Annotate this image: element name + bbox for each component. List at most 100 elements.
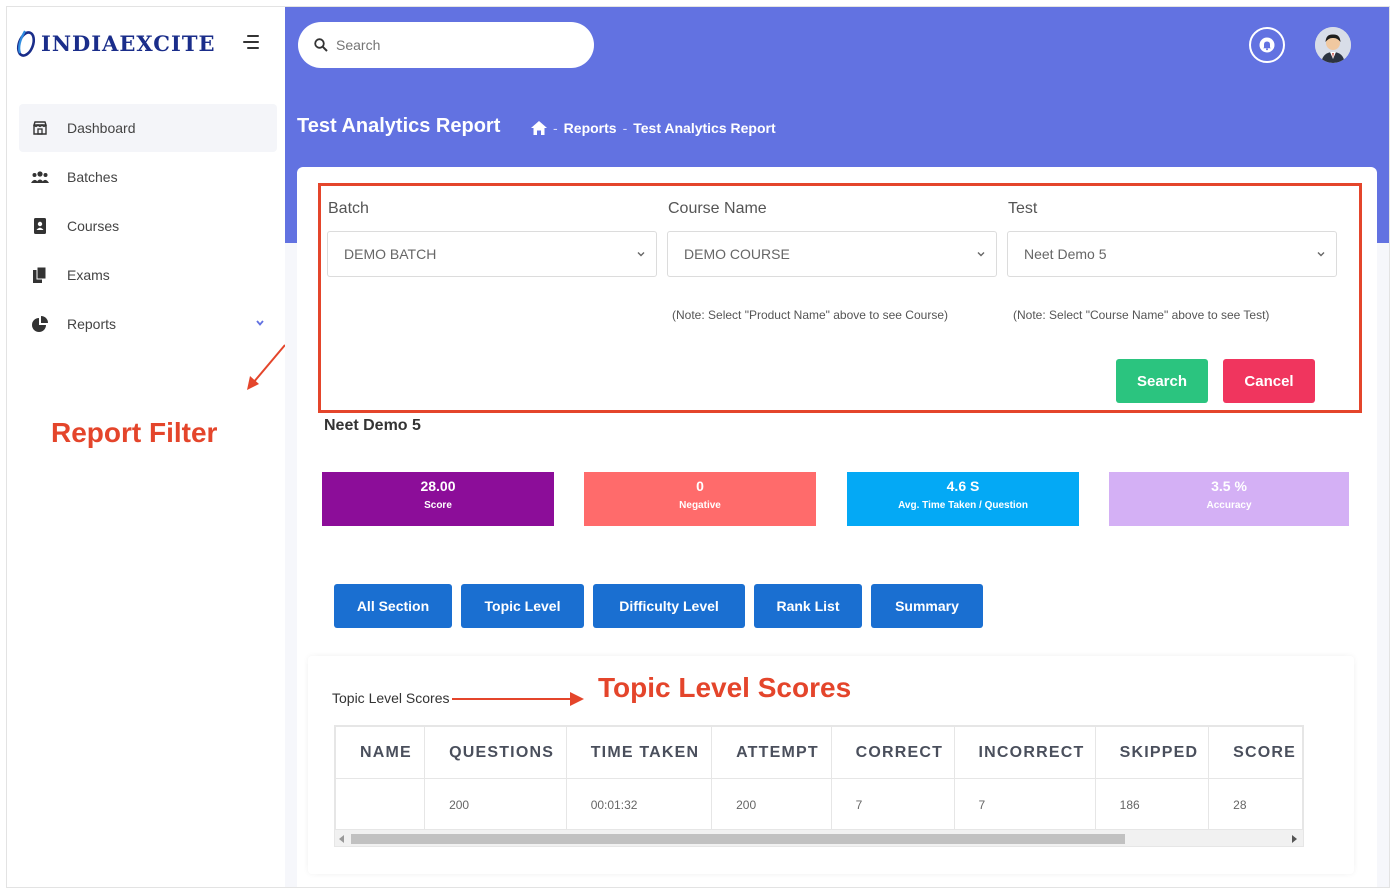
sidebar-nav: Dashboard Batches Courses Exams Reports	[19, 104, 277, 349]
column-header-questions: QUESTIONS	[424, 726, 567, 779]
cell-attempt: 200	[711, 778, 832, 831]
chevron-down-icon[interactable]	[255, 318, 265, 328]
copy-icon	[31, 266, 49, 284]
sidebar: INDIAEXCITE Dashboard Batches Courses Ex…	[7, 7, 285, 887]
stat-avg-time: 4.6 S Avg. Time Taken / Question	[847, 472, 1079, 526]
stat-label: Negative	[679, 500, 721, 511]
table-header-row: NAME QUESTIONS TIME TAKEN ATTEMPT CORREC…	[335, 726, 1303, 779]
sidebar-item-exams[interactable]: Exams	[19, 251, 277, 299]
notification-button[interactable]	[1249, 27, 1285, 63]
report-card: Batch DEMO BATCH Course Name DEMO COURSE…	[297, 167, 1377, 887]
horizontal-scrollbar[interactable]	[335, 829, 1303, 846]
stat-negative: 0 Negative	[584, 472, 816, 526]
brand-logo[interactable]: INDIAEXCITE	[13, 21, 215, 65]
scroll-right-icon[interactable]	[1292, 835, 1297, 843]
column-header-incorrect: INCORRECT	[953, 726, 1096, 779]
cell-time-taken: 00:01:32	[565, 778, 713, 831]
tab-rank-list[interactable]: Rank List	[754, 584, 862, 628]
scrollbar-thumb[interactable]	[351, 834, 1125, 844]
sidebar-item-label: Batches	[67, 169, 118, 185]
chevron-down-icon	[977, 252, 985, 257]
tab-summary[interactable]: Summary	[871, 584, 983, 628]
search-button[interactable]: Search	[1116, 359, 1208, 403]
column-header-time-taken: TIME TAKEN	[565, 726, 713, 779]
sidebar-item-batches[interactable]: Batches	[19, 153, 277, 201]
breadcrumb-separator: -	[622, 120, 628, 136]
batch-label: Batch	[328, 200, 369, 217]
scroll-left-icon[interactable]	[339, 835, 344, 843]
stat-score: 28.00 Score	[322, 472, 554, 526]
batch-select-value: DEMO BATCH	[344, 246, 437, 262]
scores-title: Topic Level Scores	[332, 690, 450, 706]
course-note: (Note: Select "Product Name" above to se…	[672, 308, 948, 322]
cell-name	[335, 778, 426, 831]
stat-label: Avg. Time Taken / Question	[898, 500, 1028, 511]
column-header-score: SCORE	[1208, 726, 1303, 779]
stat-value: 0	[696, 478, 704, 494]
column-header-correct: CORRECT	[830, 726, 955, 779]
sidebar-item-dashboard[interactable]: Dashboard	[19, 104, 277, 152]
home-icon[interactable]	[531, 121, 547, 135]
stat-label: Score	[424, 500, 452, 511]
topic-level-scores-card: Topic Level Scores Topic Level Scores NA…	[308, 656, 1354, 874]
batch-select[interactable]: DEMO BATCH	[327, 231, 657, 277]
sidebar-item-label: Courses	[67, 218, 120, 234]
brand-name: INDIAEXCITE	[41, 30, 216, 56]
report-filter-box: Batch DEMO BATCH Course Name DEMO COURSE…	[318, 183, 1362, 413]
sidebar-item-reports[interactable]: Reports	[19, 300, 277, 348]
stat-value: 4.6 S	[946, 478, 980, 494]
column-header-name: NAME	[335, 726, 426, 779]
tab-all-section[interactable]: All Section	[334, 584, 452, 628]
column-header-attempt: ATTEMPT	[711, 726, 832, 779]
bell-icon	[1259, 37, 1275, 53]
scores-table-container: NAME QUESTIONS TIME TAKEN ATTEMPT CORREC…	[334, 725, 1304, 847]
sidebar-item-label: Dashboard	[67, 120, 136, 136]
users-icon	[31, 168, 49, 186]
course-select-value: DEMO COURSE	[684, 246, 790, 262]
sidebar-item-courses[interactable]: Courses	[19, 202, 277, 250]
stat-value: 28.00	[420, 478, 456, 494]
cancel-button[interactable]: Cancel	[1223, 359, 1315, 403]
chevron-down-icon	[1317, 252, 1325, 257]
course-select[interactable]: DEMO COURSE	[667, 231, 997, 277]
breadcrumb-reports[interactable]: Reports	[564, 120, 617, 136]
test-select[interactable]: Neet Demo 5	[1007, 231, 1337, 277]
annotation-arrow-line	[452, 698, 576, 700]
test-note: (Note: Select "Course Name" above to see…	[1013, 308, 1270, 322]
logo-icon	[16, 30, 36, 57]
sidebar-item-label: Exams	[67, 267, 110, 283]
store-icon	[31, 119, 49, 137]
breadcrumb: - Reports - Test Analytics Report	[531, 120, 776, 136]
cell-questions: 200	[424, 778, 567, 831]
course-name-label: Course Name	[668, 200, 767, 217]
chevron-down-icon	[637, 252, 645, 257]
table-row: 200 00:01:32 200 7 7 186 28	[335, 778, 1303, 831]
search-input[interactable]	[336, 37, 566, 53]
main-content: Test Analytics Report - Reports - Test A…	[285, 7, 1389, 887]
cell-correct: 7	[830, 778, 955, 831]
avatar-icon	[1315, 27, 1351, 63]
cell-skipped: 186	[1094, 778, 1210, 831]
tab-topic-level[interactable]: Topic Level	[461, 584, 584, 628]
tab-difficulty-level[interactable]: Difficulty Level	[593, 584, 745, 628]
cell-score: 28	[1208, 778, 1303, 831]
sidebar-item-label: Reports	[67, 316, 117, 332]
report-filter-annotation: Report Filter	[51, 417, 218, 448]
breadcrumb-separator: -	[553, 120, 558, 136]
search-icon	[314, 38, 328, 52]
user-avatar[interactable]	[1315, 27, 1351, 63]
menu-toggle-icon[interactable]	[241, 35, 261, 51]
breadcrumb-current: Test Analytics Report	[633, 120, 776, 136]
scores-table: NAME QUESTIONS TIME TAKEN ATTEMPT CORREC…	[335, 726, 1303, 831]
search-bar[interactable]	[298, 22, 594, 68]
page-title: Test Analytics Report	[297, 115, 501, 137]
test-name-heading: Neet Demo 5	[324, 417, 421, 434]
report-filter-arrow	[247, 344, 285, 390]
address-book-icon	[31, 217, 49, 235]
column-header-skipped: SKIPPED	[1094, 726, 1210, 779]
app-frame: INDIAEXCITE Dashboard Batches Courses Ex…	[6, 6, 1390, 888]
cell-incorrect: 7	[953, 778, 1096, 831]
pie-chart-icon	[31, 315, 49, 333]
test-select-value: Neet Demo 5	[1024, 246, 1107, 262]
stat-accuracy: 3.5 % Accuracy	[1109, 472, 1349, 526]
